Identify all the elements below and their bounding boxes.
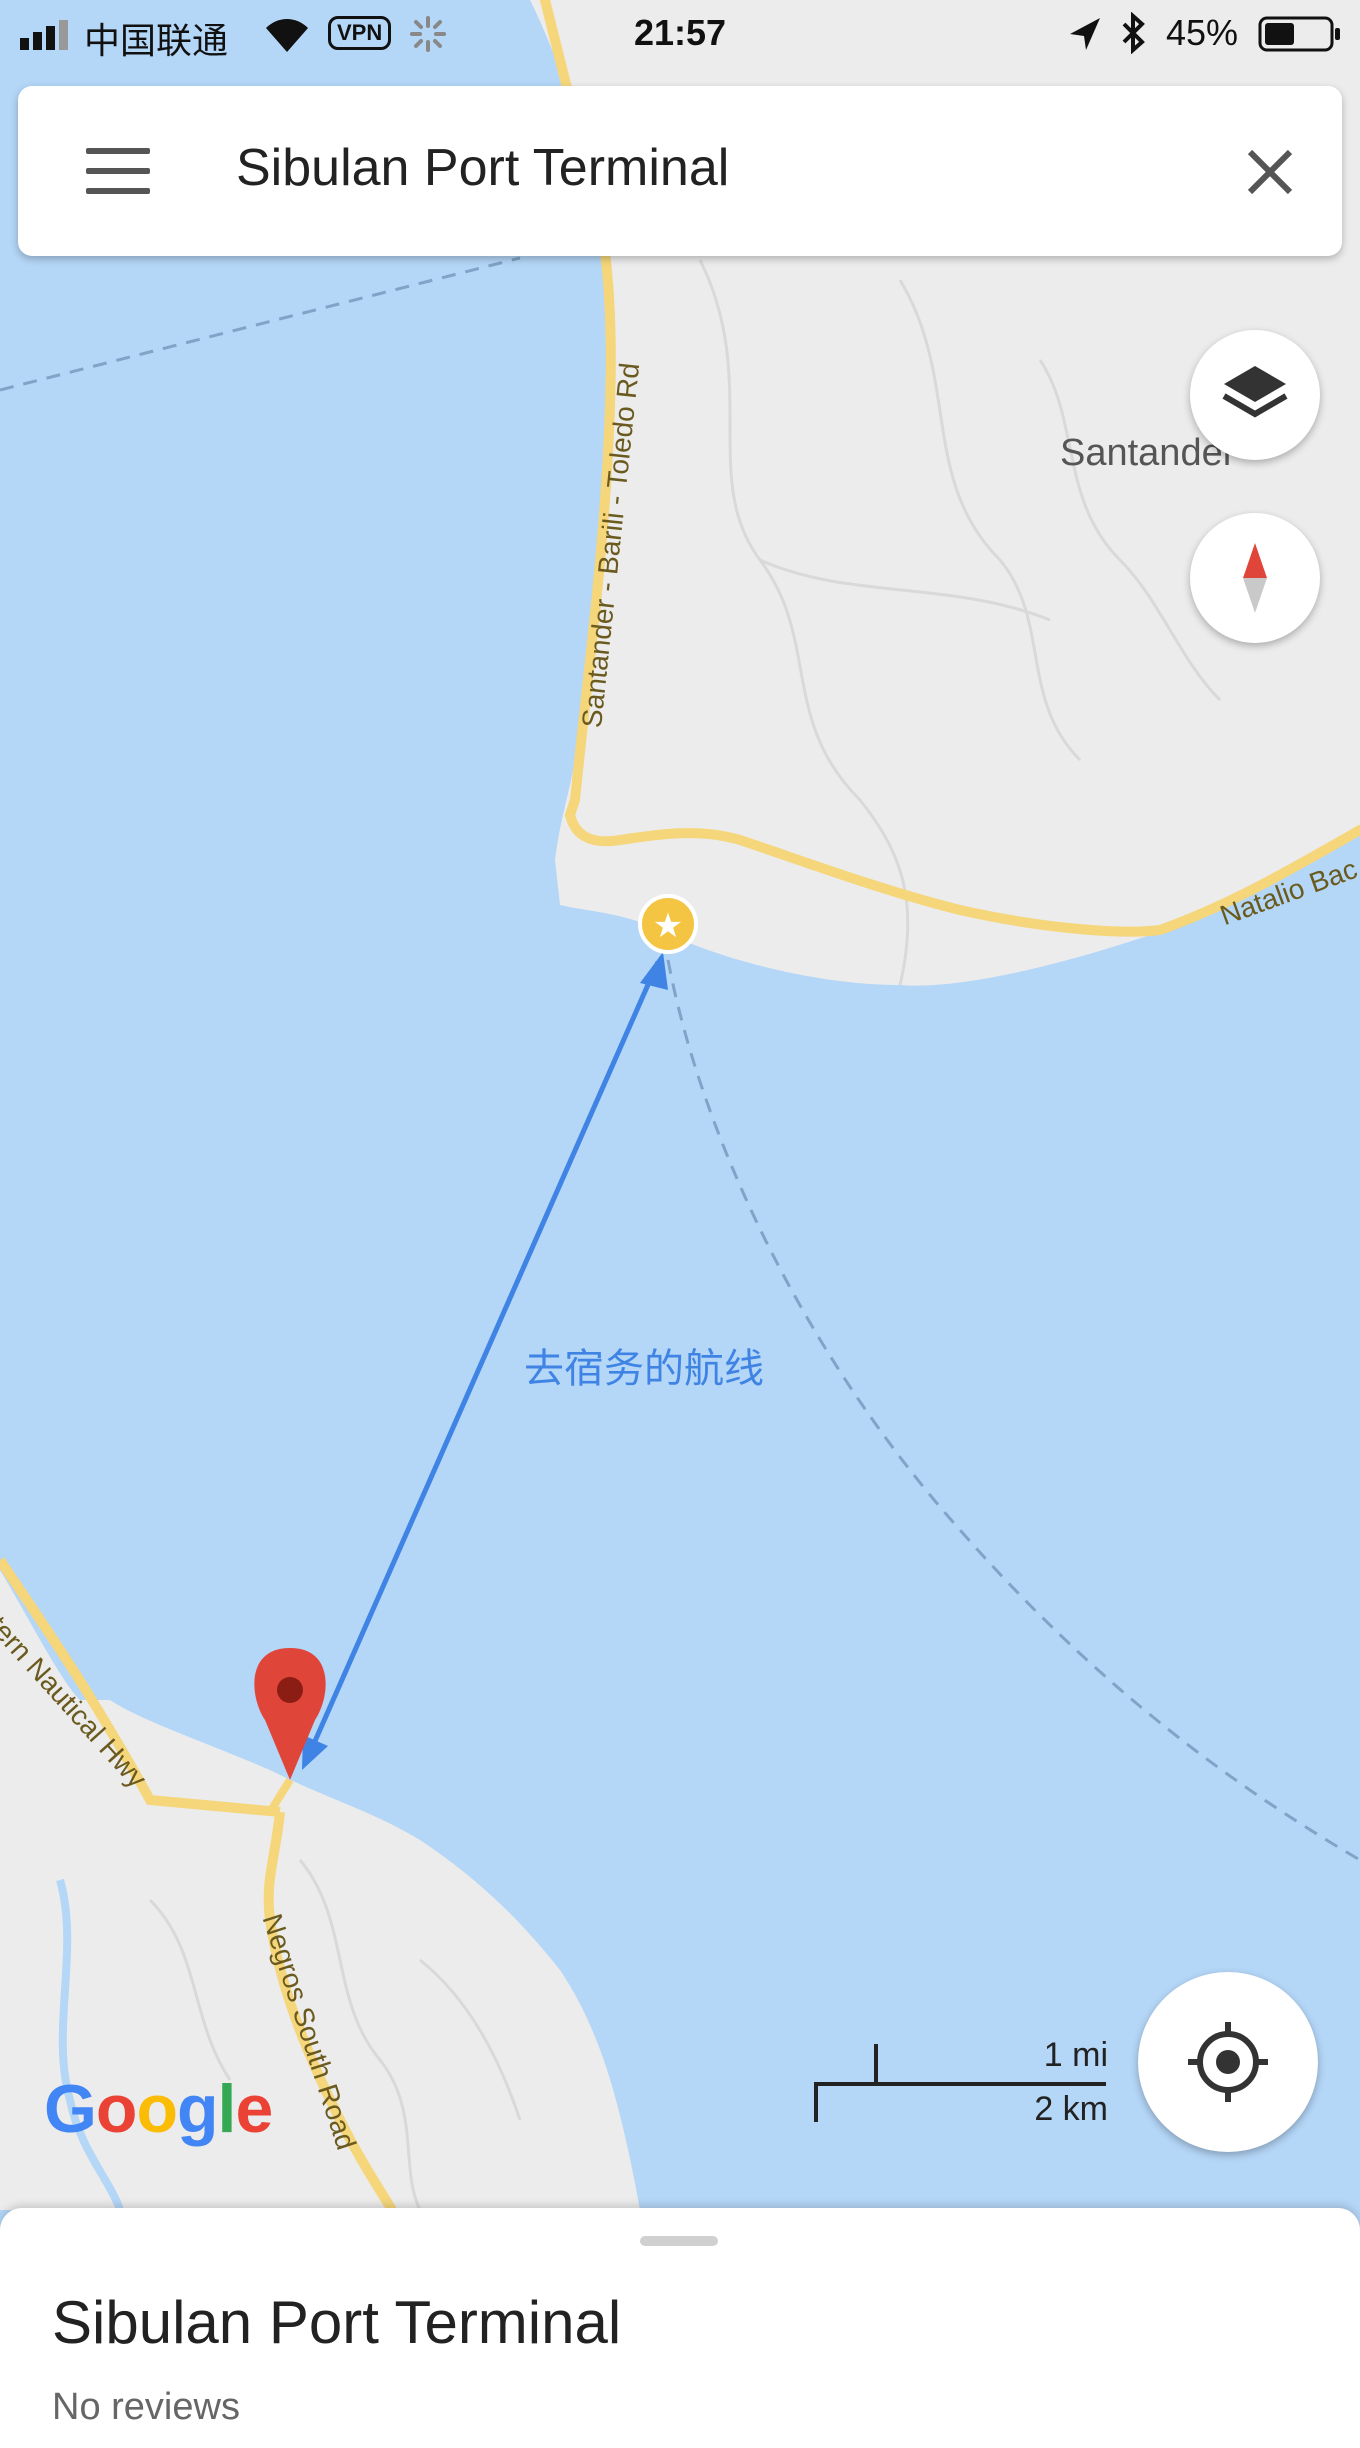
star-marker[interactable]: ★ [638, 894, 698, 954]
layers-button[interactable] [1190, 330, 1320, 460]
place-reviews: No reviews [52, 2386, 240, 2428]
battery-icon [1258, 16, 1340, 52]
location-arrow-icon [1070, 18, 1100, 50]
my-location-button[interactable] [1138, 1972, 1318, 2152]
svg-text:★: ★ [653, 906, 683, 946]
scale-imperial: 1 mi [1043, 2036, 1108, 2074]
battery-percent: 45% [1166, 12, 1239, 53]
route-label: 去宿务的航线 [524, 1346, 764, 1392]
bluetooth-icon [1122, 12, 1145, 54]
search-input[interactable]: Sibulan Port Terminal [236, 138, 729, 198]
sheet-drag-handle[interactable] [640, 2236, 718, 2246]
place-bottom-sheet[interactable]: Sibulan Port Terminal No reviews [0, 2208, 1360, 2448]
layers-icon [1222, 366, 1288, 418]
compass-icon [1243, 543, 1267, 613]
place-title: Sibulan Port Terminal [52, 2289, 622, 2356]
google-logo: Google [44, 2071, 273, 2147]
hamburger-menu-icon[interactable] [86, 148, 150, 194]
status-bar: 中国联通 VPN 21:57 45% [0, 0, 1360, 70]
my-location-icon [1188, 2022, 1268, 2102]
search-bar[interactable]: Sibulan Port Terminal [18, 86, 1342, 256]
close-icon[interactable] [1238, 140, 1302, 204]
scale-metric: 2 km [1034, 2090, 1108, 2128]
map-scale: 1 mi 2 km [810, 2036, 1110, 2128]
status-time: 21:57 [633, 12, 727, 53]
compass-button[interactable] [1190, 513, 1320, 643]
